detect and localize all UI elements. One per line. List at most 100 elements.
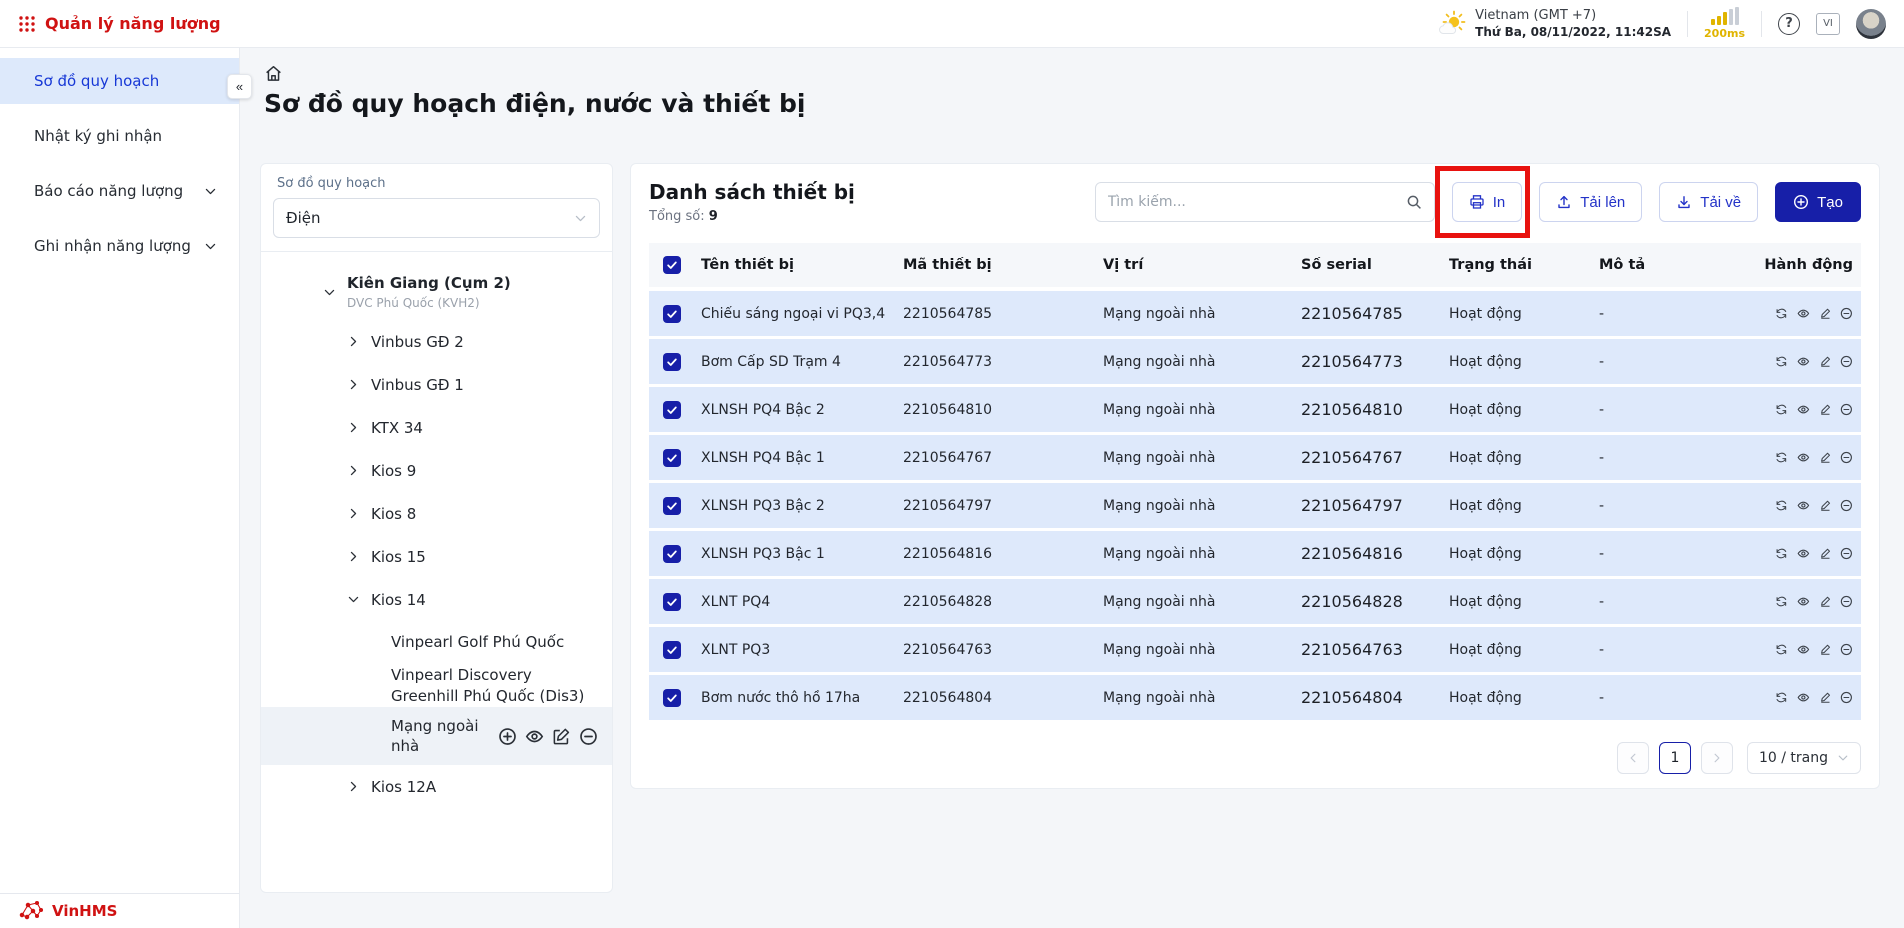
tree-node-kios-15[interactable]: Kios 15 — [261, 535, 612, 578]
tree-leaf-vinpearl-golf[interactable]: Vinpearl Golf Phú Quốc — [261, 621, 612, 664]
next-page-button[interactable] — [1701, 742, 1733, 774]
row-checkbox[interactable] — [663, 353, 681, 371]
sync-icon[interactable] — [1775, 689, 1788, 706]
row-checkbox[interactable] — [663, 689, 681, 707]
cell-name: XLNSH PQ4 Bậc 1 — [687, 450, 889, 466]
eye-icon[interactable] — [1797, 497, 1810, 514]
tree-node-vinbus-gd-2[interactable]: Vinbus GĐ 2 — [261, 320, 612, 363]
tree-node-kien-giang[interactable]: Kiên Giang (Cụm 2) DVC Phú Quốc (KVH2) — [261, 264, 612, 320]
cell-code: 2210564804 — [889, 690, 1089, 706]
avatar[interactable] — [1856, 9, 1886, 39]
eye-icon[interactable] — [1797, 593, 1810, 610]
diagram-type-select[interactable]: Điện — [273, 198, 600, 238]
print-button[interactable]: In — [1452, 182, 1523, 222]
remove-icon[interactable] — [1840, 689, 1853, 706]
select-all-checkbox[interactable] — [663, 256, 681, 274]
row-checkbox[interactable] — [663, 401, 681, 419]
tree-node-kios-8[interactable]: Kios 8 — [261, 492, 612, 535]
remove-icon[interactable] — [1840, 641, 1853, 658]
remove-icon[interactable] — [1840, 353, 1853, 370]
chevron-right-icon — [347, 378, 360, 391]
download-button[interactable]: Tải về — [1659, 182, 1758, 222]
cell-location: Mạng ngoài nhà — [1089, 546, 1287, 562]
sidebar-item-bao-cao-nang-luong[interactable]: Báo cáo năng lượng — [0, 168, 239, 214]
breadcrumb-home[interactable] — [264, 63, 283, 83]
eye-icon[interactable] — [1797, 449, 1810, 466]
eye-icon[interactable] — [1797, 641, 1810, 658]
eye-icon[interactable] — [1797, 401, 1810, 418]
help-icon[interactable]: ? — [1778, 13, 1800, 35]
remove-icon[interactable] — [1840, 593, 1853, 610]
col-header-description: Mô tả — [1585, 257, 1761, 273]
chevron-right-icon — [1711, 752, 1723, 764]
tree-node-label: Kios 15 — [371, 548, 426, 566]
search-icon[interactable] — [1406, 194, 1422, 210]
sync-icon[interactable] — [1775, 449, 1788, 466]
sync-icon[interactable] — [1775, 305, 1788, 322]
tree-leaf-mang-ngoai-nha[interactable]: Mạng ngoài nhà — [261, 707, 612, 765]
chevron-down-icon — [204, 185, 217, 198]
language-toggle[interactable]: VI — [1816, 13, 1840, 35]
edit-icon[interactable] — [1819, 689, 1832, 706]
cell-description: - — [1585, 642, 1761, 658]
edit-icon[interactable] — [1819, 449, 1832, 466]
edit-icon[interactable] — [1819, 593, 1832, 610]
tree-node-kios-9[interactable]: Kios 9 — [261, 449, 612, 492]
sync-icon[interactable] — [1775, 641, 1788, 658]
remove-icon[interactable] — [1840, 305, 1853, 322]
edit-node-icon[interactable] — [552, 727, 571, 746]
cell-location: Mạng ngoài nhà — [1089, 450, 1287, 466]
remove-icon[interactable] — [1840, 497, 1853, 514]
eye-icon[interactable] — [1797, 545, 1810, 562]
page-number-button[interactable]: 1 — [1659, 742, 1691, 774]
tree-node-kios-14[interactable]: Kios 14 — [261, 578, 612, 621]
tree-leaf-vinpearl-discovery[interactable]: Vinpearl Discovery Greenhill Phú Quốc (D… — [261, 664, 612, 707]
upload-button[interactable]: Tải lên — [1539, 182, 1642, 222]
view-node-icon[interactable] — [525, 727, 544, 746]
edit-icon[interactable] — [1819, 401, 1832, 418]
row-checkbox[interactable] — [663, 449, 681, 467]
tree-node-kios-12a[interactable]: Kios 12A — [261, 765, 612, 808]
remove-icon[interactable] — [1840, 545, 1853, 562]
check-icon — [665, 403, 679, 417]
row-checkbox[interactable] — [663, 641, 681, 659]
edit-icon[interactable] — [1819, 545, 1832, 562]
edit-icon[interactable] — [1819, 353, 1832, 370]
cell-description: - — [1585, 690, 1761, 706]
edit-icon[interactable] — [1819, 497, 1832, 514]
sync-icon[interactable] — [1775, 401, 1788, 418]
sidebar-item-ghi-nhan-nang-luong[interactable]: Ghi nhận năng lượng — [0, 223, 239, 269]
tree-node-ktx-34[interactable]: KTX 34 — [261, 406, 612, 449]
sync-icon[interactable] — [1775, 353, 1788, 370]
add-node-icon[interactable] — [498, 727, 517, 746]
edit-icon[interactable] — [1819, 641, 1832, 658]
row-checkbox[interactable] — [663, 497, 681, 515]
cell-serial: 2210564828 — [1287, 592, 1435, 611]
row-checkbox[interactable] — [663, 545, 681, 563]
tree-node-vinbus-gd-1[interactable]: Vinbus GĐ 1 — [261, 363, 612, 406]
prev-page-button[interactable] — [1617, 742, 1649, 774]
eye-icon[interactable] — [1797, 353, 1810, 370]
remove-icon[interactable] — [1840, 401, 1853, 418]
remove-icon[interactable] — [1840, 449, 1853, 466]
sidebar-collapse-button[interactable]: « — [227, 74, 252, 99]
sync-icon[interactable] — [1775, 545, 1788, 562]
sidebar-item-so-do-quy-hoach[interactable]: Sơ đồ quy hoạch — [0, 58, 239, 104]
page-size-select[interactable]: 10 / trang — [1747, 742, 1861, 774]
app-header: Quản lý năng lượng Vietnam (GMT +7) Thứ … — [0, 0, 1904, 48]
create-button[interactable]: Tạo — [1775, 182, 1861, 222]
sync-icon[interactable] — [1775, 497, 1788, 514]
eye-icon[interactable] — [1797, 305, 1810, 322]
sync-icon[interactable] — [1775, 593, 1788, 610]
row-checkbox[interactable] — [663, 593, 681, 611]
search-input[interactable] — [1108, 194, 1406, 210]
remove-node-icon[interactable] — [579, 727, 598, 746]
cell-name: XLNSH PQ3 Bậc 2 — [687, 498, 889, 514]
app-grid-icon[interactable] — [18, 15, 36, 33]
row-checkbox[interactable] — [663, 305, 681, 323]
sidebar-item-nhat-ky-ghi-nhan[interactable]: Nhật ký ghi nhận — [0, 113, 239, 159]
edit-icon[interactable] — [1819, 305, 1832, 322]
eye-icon[interactable] — [1797, 689, 1810, 706]
cell-location: Mạng ngoài nhà — [1089, 690, 1287, 706]
brand: Quản lý năng lượng — [18, 14, 221, 33]
